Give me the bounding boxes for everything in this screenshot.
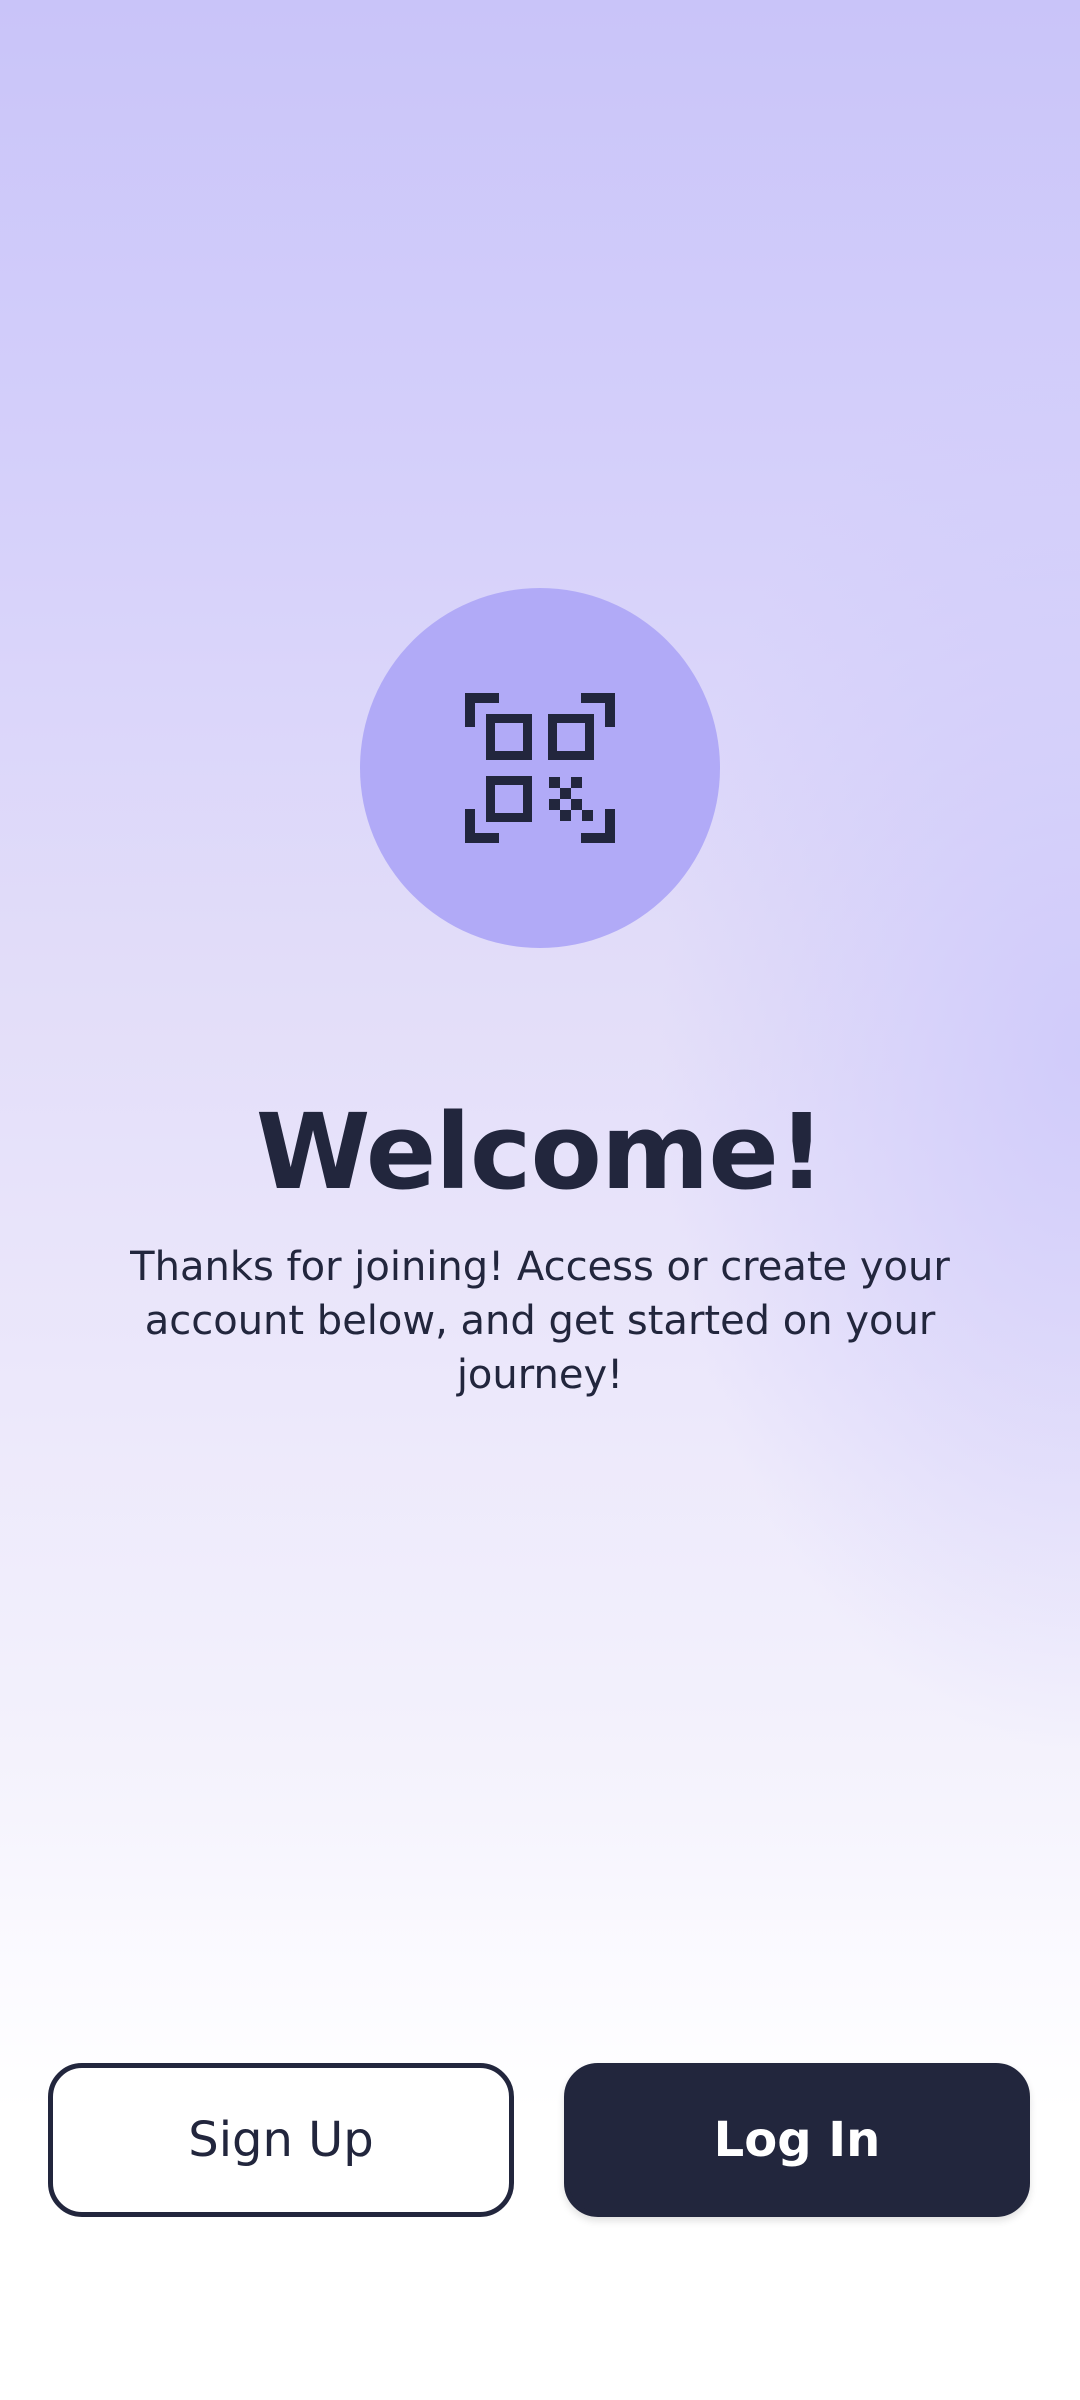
welcome-message: Thanks for joining! Access or create you… xyxy=(130,1244,950,1398)
qr-code-scan-icon xyxy=(465,693,615,843)
welcome-title: Welcome! xyxy=(255,1091,826,1213)
sign-up-button[interactable]: Sign Up xyxy=(48,2063,514,2217)
log-in-button[interactable]: Log In xyxy=(564,2063,1030,2217)
sign-up-label: Sign Up xyxy=(188,2112,374,2168)
logo-circle xyxy=(360,588,720,948)
log-in-label: Log In xyxy=(713,2112,881,2168)
